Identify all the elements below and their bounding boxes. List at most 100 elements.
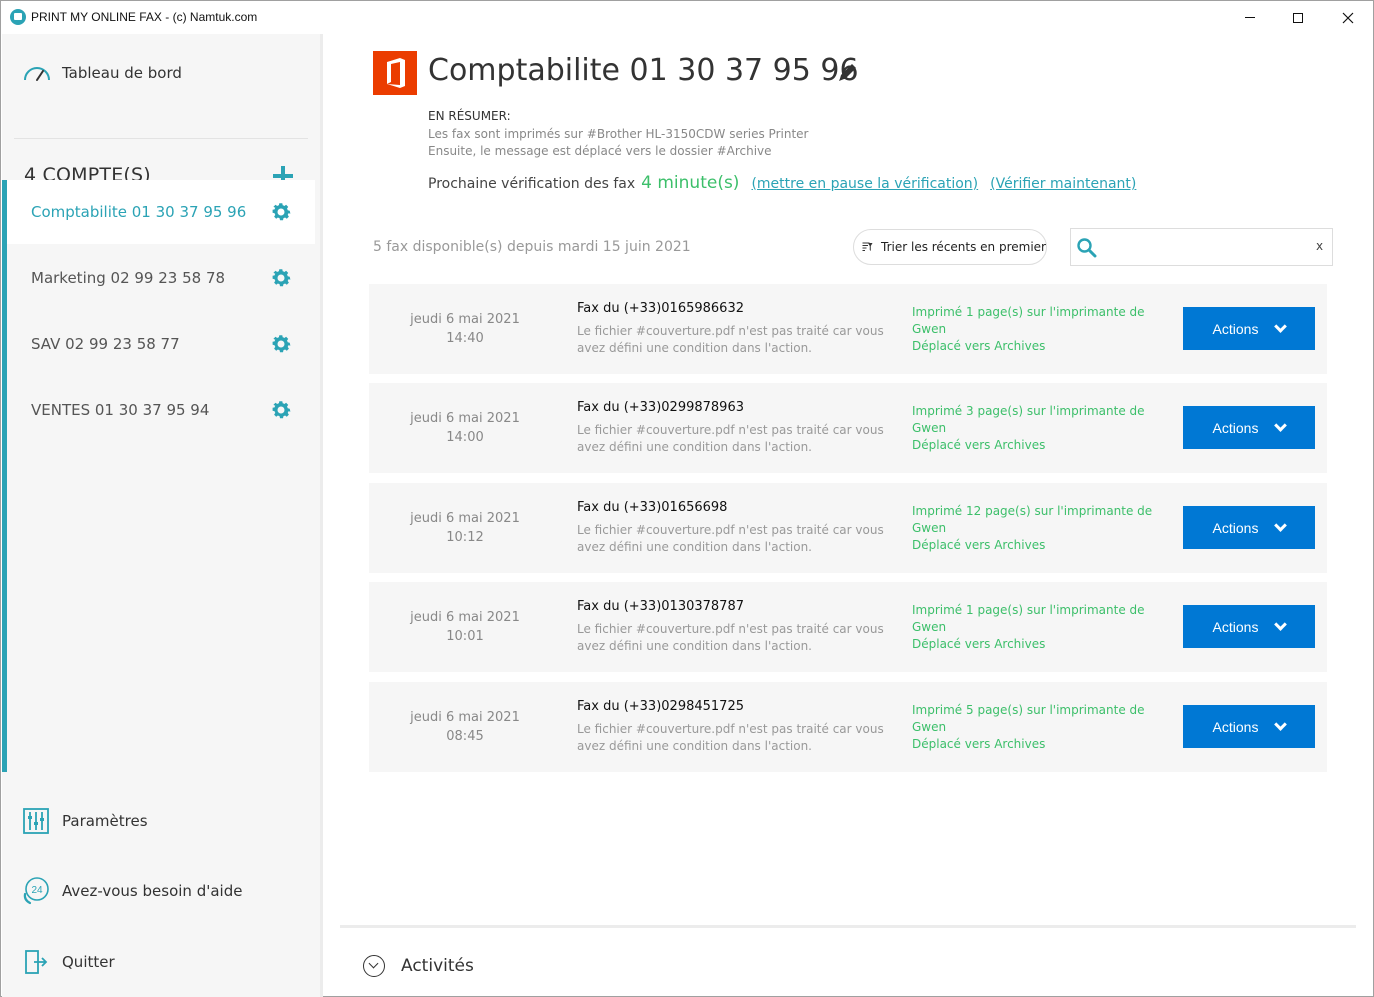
printer-app-icon [10,9,26,25]
support-24h-icon: 24 [23,877,49,905]
actions-dropdown-button[interactable]: Actions [1183,605,1315,648]
next-check-minutes: 4 minute(s) [641,173,740,193]
actions-label: Actions [1212,519,1259,536]
fax-date-day: jeudi 6 mai 2021 [410,610,520,625]
circle-chevron-down-icon [363,955,385,977]
sidebar-account-sav[interactable]: SAV 02 99 23 58 77 [7,312,315,376]
fax-date: jeudi 6 mai 2021 08:45 [389,708,541,746]
chevron-down-icon [1274,717,1288,731]
quit-link[interactable]: Quitter [22,946,115,978]
fax-date-time: 08:45 [446,729,484,744]
sidebar-account-ventes[interactable]: VENTES 01 30 37 95 94 [7,378,315,442]
quit-label: Quitter [62,953,115,971]
summary-line: Ensuite, le message est déplacé vers le … [428,144,772,158]
account-label: Comptabilite 01 30 37 95 96 [31,203,247,221]
gear-icon[interactable] [269,200,293,224]
fax-from: Fax du (+33)0298451725 [577,699,744,714]
search-input[interactable] [1107,235,1307,259]
search-box: x [1070,228,1333,266]
help-badge: 24 [31,885,43,896]
pencil-icon[interactable] [835,59,861,85]
maximize-icon [1293,12,1303,23]
fax-moved-status: Déplacé vers Archives [912,737,1046,751]
sidebar-account-comptabilite[interactable]: Comptabilite 01 30 37 95 96 [7,180,315,244]
check-now-link[interactable]: (Vérifier maintenant) [990,176,1136,192]
dashboard-link[interactable]: Tableau de bord [22,59,182,87]
fax-moved-status: Déplacé vers Archives [912,538,1046,552]
account-label: VENTES 01 30 37 95 94 [31,401,210,419]
pause-check-link[interactable]: (mettre en pause la vérification) [751,176,978,192]
fax-date-day: jeudi 6 mai 2021 [410,312,520,327]
fax-status: Imprimé 1 page(s) sur l'imprimante de Gw… [912,602,1157,653]
fax-date: jeudi 6 mai 2021 14:40 [389,310,541,348]
fax-printed-status: Imprimé 12 page(s) sur l'imprimante de G… [912,504,1153,535]
minimize-icon [1245,17,1255,18]
sort-filter-icon [862,242,873,252]
search-clear-button[interactable]: x [1316,239,1323,253]
fax-row: jeudi 6 mai 2021 10:12 Fax du (+33)016566… [369,483,1327,573]
fax-date-time: 10:01 [446,629,484,644]
fax-printed-status: Imprimé 5 page(s) sur l'imprimante de Gw… [912,703,1145,734]
summary-label: EN RÉSUMER: [428,109,511,123]
summary-line: Les fax sont imprimés sur #Brother HL-31… [428,127,809,141]
fax-date-time: 10:12 [446,530,484,545]
fax-note: Le fichier #couverture.pdf n'est pas tra… [577,324,884,355]
page-title: Comptabilite 01 30 37 95 96 [428,53,859,88]
fax-date-day: jeudi 6 mai 2021 [410,710,520,725]
sidebar-account-marketing[interactable]: Marketing 02 99 23 58 78 [7,246,315,310]
help-link[interactable]: 24 Avez-vous besoin d'aide [22,875,242,907]
fax-date-time: 14:00 [446,430,484,445]
search-icon [1077,238,1097,258]
actions-label: Actions [1212,320,1259,337]
fax-note: Le fichier #couverture.pdf n'est pas tra… [577,722,884,753]
fax-from: Fax du (+33)0165986632 [577,301,744,316]
fax-status: Imprimé 12 page(s) sur l'imprimante de G… [912,503,1157,554]
activities-label: Activités [401,956,474,976]
fax-note: Le fichier #couverture.pdf n'est pas tra… [577,622,884,653]
sort-button[interactable]: Trier les récents en premier [853,229,1047,265]
actions-dropdown-button[interactable]: Actions [1183,406,1315,449]
actions-dropdown-button[interactable]: Actions [1183,705,1315,748]
office-icon [387,58,405,88]
fax-printed-status: Imprimé 3 page(s) sur l'imprimante de Gw… [912,404,1145,435]
activities-divider [340,925,1356,928]
maximize-button[interactable] [1275,1,1321,34]
account-label: Marketing 02 99 23 58 78 [31,269,226,287]
sidebar-divider [14,138,308,139]
fax-printed-status: Imprimé 1 page(s) sur l'imprimante de Gw… [912,603,1145,634]
fax-row: jeudi 6 mai 2021 08:45 Fax du (+33)029845… [369,682,1327,772]
settings-link[interactable]: Paramètres [22,805,148,837]
minimize-button[interactable] [1227,1,1273,34]
fax-note: Le fichier #couverture.pdf n'est pas tra… [577,423,884,454]
actions-label: Actions [1212,718,1259,735]
actions-label: Actions [1212,618,1259,635]
gear-icon[interactable] [269,266,293,290]
chevron-down-icon [1274,518,1288,532]
fax-moved-status: Déplacé vers Archives [912,637,1046,651]
gear-icon[interactable] [269,398,293,422]
account-label: SAV 02 99 23 58 77 [31,335,180,353]
next-check-text: Prochaine vérification des fax [428,176,636,192]
fax-from: Fax du (+33)01656698 [577,500,728,515]
activities-toggle[interactable]: Activités [363,955,474,977]
speedometer-icon [24,67,50,81]
close-button[interactable] [1325,1,1371,34]
settings-label: Paramètres [62,812,148,830]
chevron-down-icon [1274,418,1288,432]
help-label: Avez-vous besoin d'aide [62,882,243,900]
actions-dropdown-button[interactable]: Actions [1183,506,1315,549]
fax-moved-status: Déplacé vers Archives [912,339,1046,353]
chevron-down-icon [1274,319,1288,333]
settings-icon [23,808,49,834]
window-title: PRINT MY ONLINE FAX - (c) Namtuk.com [31,10,258,24]
fax-moved-status: Déplacé vers Archives [912,438,1046,452]
fax-from: Fax du (+33)0130378787 [577,599,744,614]
sidebar: Tableau de bord 4 COMPTE(S) Comptabilite… [2,34,320,997]
actions-dropdown-button[interactable]: Actions [1183,307,1315,350]
fax-date: jeudi 6 mai 2021 10:12 [389,509,541,547]
fax-date-day: jeudi 6 mai 2021 [410,411,520,426]
gear-icon[interactable] [269,332,293,356]
fax-date: jeudi 6 mai 2021 14:00 [389,409,541,447]
fax-date: jeudi 6 mai 2021 10:01 [389,608,541,646]
title-bar: PRINT MY ONLINE FAX - (c) Namtuk.com [1,1,1373,34]
